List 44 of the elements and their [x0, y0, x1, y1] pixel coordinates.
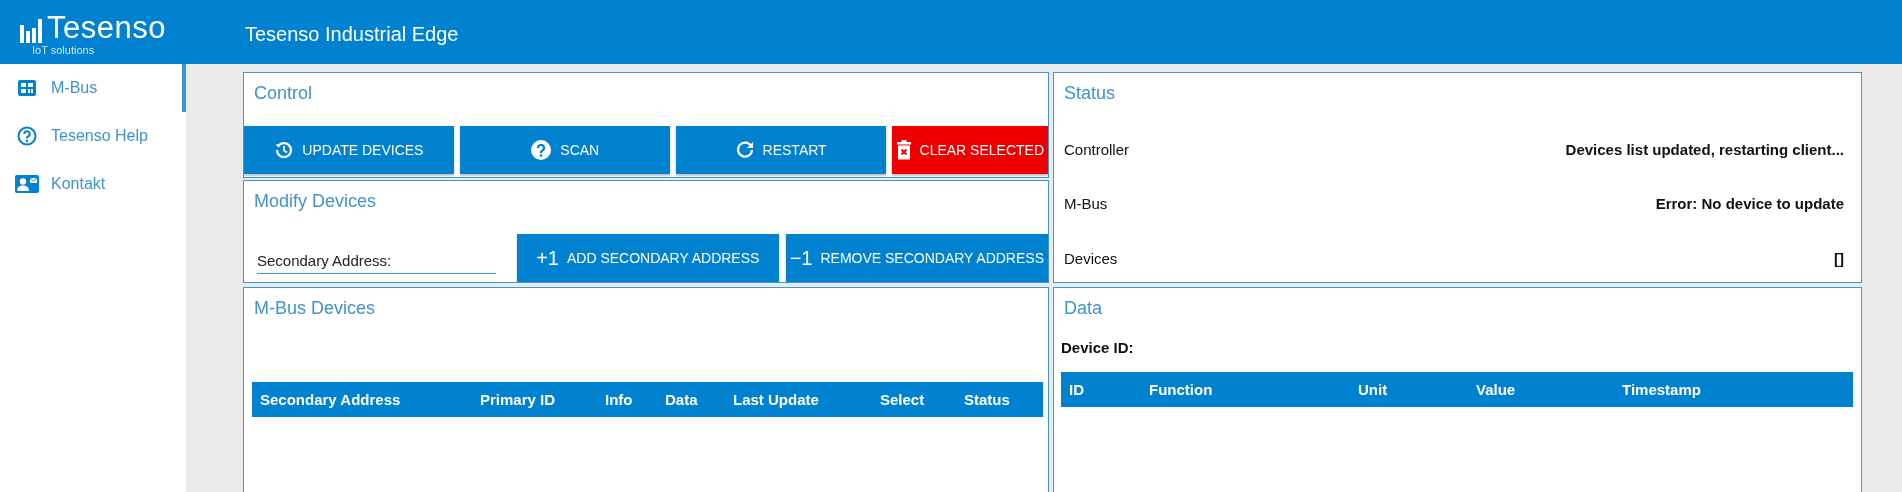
panel-title: Status [1064, 83, 1117, 104]
refresh-icon [734, 140, 755, 160]
status-label: M-Bus [1064, 195, 1108, 213]
bars-logo-icon [20, 18, 42, 43]
column-header: ID [1069, 381, 1085, 398]
column-header: Unit [1358, 381, 1389, 398]
panel-title: Control [254, 83, 314, 104]
column-header: Info [605, 391, 634, 408]
column-header: Select [880, 391, 926, 408]
column-header: Data [665, 391, 699, 408]
column-header: Last Update [733, 391, 820, 408]
chip-icon [17, 79, 37, 97]
sidebar-item[interactable]: Tesenso Help [0, 112, 186, 160]
logo-name: Tesenso [47, 12, 166, 43]
column-header: Primary ID [480, 391, 557, 408]
column-header: Value [1476, 381, 1517, 398]
panel-title: Data [1064, 298, 1104, 319]
help-icon [530, 139, 553, 161]
action-button[interactable]: UPDATE DEVICES [244, 126, 454, 174]
history-icon [274, 140, 295, 160]
status-label: Devices [1064, 249, 1118, 267]
device-id-label: Device ID: [1061, 339, 1135, 356]
status-value: Devices list updated, restarting client... [1565, 140, 1844, 158]
clear-button[interactable]: CLEAR SELECTED [891, 126, 1048, 174]
sidebar-item[interactable]: M-Bus [0, 64, 186, 112]
contact-card-icon [15, 175, 39, 193]
column-header: Secondary Address [260, 391, 402, 408]
column-header: Status [964, 391, 1010, 408]
status-value: Error: No device to update [1655, 195, 1844, 213]
help-icon [17, 126, 37, 146]
action-button[interactable]: SCAN [459, 126, 670, 174]
app-title: Tesenso Industrial Edge [245, 22, 459, 46]
logo-tagline: IoT solutions [32, 43, 95, 56]
status-value: [] [1834, 249, 1844, 267]
column-header: Timestamp [1622, 381, 1701, 398]
status-label: Controller [1064, 140, 1130, 158]
trash-icon [895, 140, 912, 160]
panel-title: M-Bus Devices [254, 298, 377, 319]
panel-title: Modify Devices [254, 191, 378, 212]
column-header: Function [1149, 381, 1214, 398]
action-button[interactable]: −1 REMOVE SECONDARY ADDRESS [785, 234, 1048, 282]
action-button[interactable]: +1 ADD SECONDARY ADDRESS [516, 234, 779, 282]
sidebar-item[interactable]: Kontakt [0, 160, 186, 208]
action-button[interactable]: RESTART [675, 126, 886, 174]
